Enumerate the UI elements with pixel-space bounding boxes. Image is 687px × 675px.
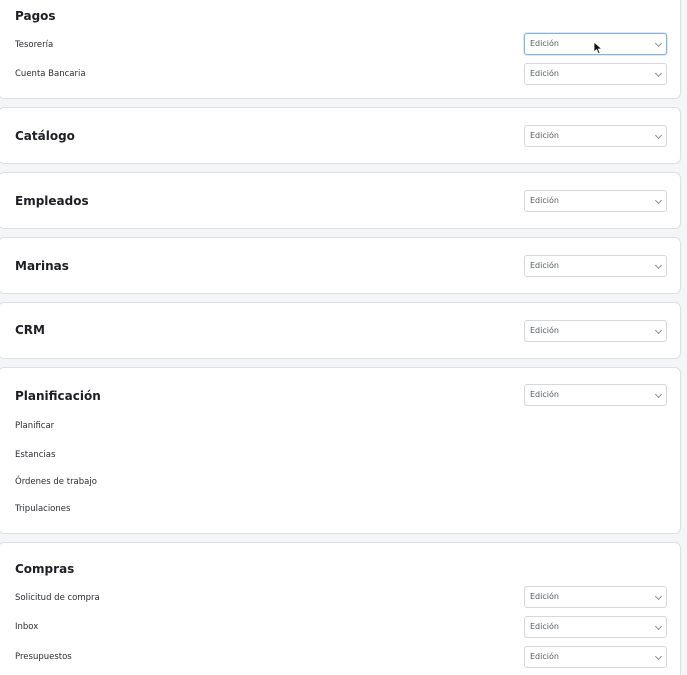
section-card-planificacion: Planificación Edición Planificar Estanci… [0, 367, 681, 534]
select-value: Edición [530, 39, 559, 48]
section-title-marinas: Marinas [15, 259, 69, 273]
section-title-compras: Compras [15, 562, 75, 576]
select-value: Edición [530, 390, 559, 399]
select-value: Edición [530, 196, 559, 205]
permissions-page: Pagos Tesorería Edición Cuenta Bancaria … [0, 0, 687, 675]
chevron-down-icon [654, 652, 663, 661]
select-value: Edición [530, 622, 559, 631]
permission-select-empleados[interactable]: Edición [524, 190, 667, 212]
section-card-catalogo: Catálogo Edición [0, 107, 681, 164]
chevron-down-icon [654, 261, 663, 270]
section-title-crm: CRM [15, 323, 45, 337]
permission-select-inbox[interactable]: Edición [524, 616, 667, 638]
select-value: Edición [530, 592, 559, 601]
section-card-compras: Compras Solicitud de compra Edición Inbo… [0, 542, 681, 675]
permission-select-catalogo[interactable]: Edición [524, 125, 667, 147]
row-label-tripulaciones: Tripulaciones [15, 504, 71, 514]
chevron-down-icon [654, 326, 663, 335]
permission-select-planificacion[interactable]: Edición [524, 384, 667, 406]
permission-select-presupuestos[interactable]: Edición [524, 646, 667, 668]
select-value: Edición [530, 652, 559, 661]
chevron-down-icon [654, 196, 663, 205]
permission-select-crm[interactable]: Edición [524, 320, 667, 342]
row-label-tesoreria: Tesorería [15, 40, 54, 50]
section-card-crm: CRM Edición [0, 302, 681, 359]
row-label-estancias: Estancias [15, 450, 56, 460]
row-label-inbox: Inbox [15, 622, 39, 632]
select-value: Edición [530, 69, 559, 78]
section-title-empleados: Empleados [15, 194, 89, 208]
row-label-presupuestos: Presupuestos [15, 652, 72, 662]
chevron-down-icon [654, 69, 663, 78]
row-label-ordenes-de-trabajo: Órdenes de trabajo [15, 477, 97, 487]
row-label-solicitud-de-compra: Solicitud de compra [15, 593, 100, 603]
select-value: Edición [530, 261, 559, 270]
row-label-cuenta-bancaria: Cuenta Bancaria [15, 69, 86, 79]
select-value: Edición [530, 131, 559, 140]
mouse-pointer-icon [593, 41, 603, 55]
select-value: Edición [530, 326, 559, 335]
section-title-catalogo: Catálogo [15, 129, 75, 143]
section-card-pagos: Pagos Tesorería Edición Cuenta Bancaria … [0, 0, 681, 99]
permission-select-cuenta-bancaria[interactable]: Edición [524, 63, 667, 85]
section-card-marinas: Marinas Edición [0, 237, 681, 294]
chevron-down-icon [654, 622, 663, 631]
section-card-empleados: Empleados Edición [0, 172, 681, 229]
chevron-down-icon [654, 390, 663, 399]
row-label-planificar: Planificar [15, 421, 55, 431]
section-title-planificacion: Planificación [15, 389, 101, 403]
chevron-down-icon [654, 131, 663, 140]
section-title-pagos: Pagos [15, 9, 56, 23]
permission-select-marinas[interactable]: Edición [524, 255, 667, 277]
chevron-down-icon [654, 39, 663, 48]
chevron-down-icon [654, 592, 663, 601]
permission-select-solicitud-de-compra[interactable]: Edición [524, 586, 667, 608]
